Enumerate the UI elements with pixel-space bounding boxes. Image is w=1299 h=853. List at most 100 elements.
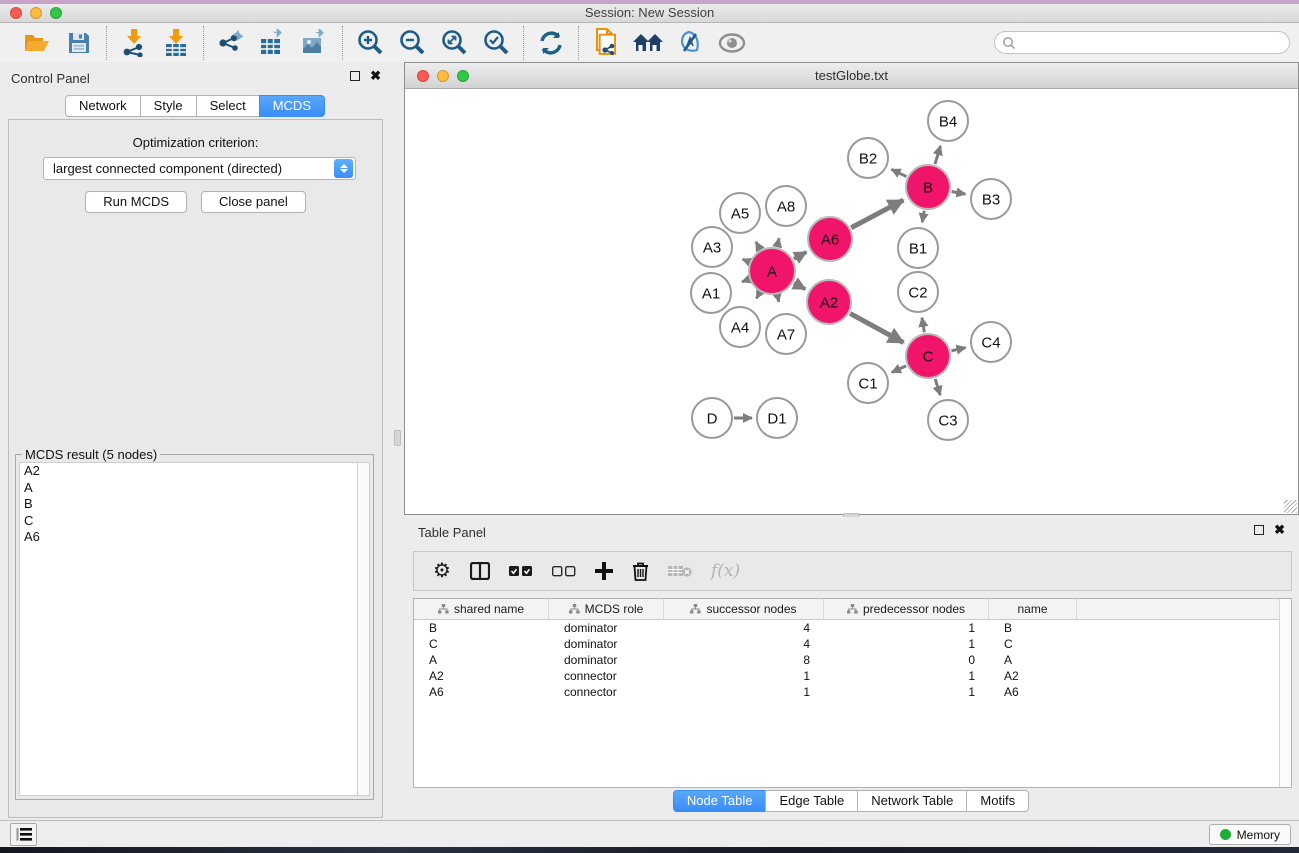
graph-node-D[interactable]: D: [692, 398, 732, 438]
search-box[interactable]: [994, 31, 1290, 54]
result-item[interactable]: B: [20, 496, 357, 513]
function-builder-icon[interactable]: f(x): [711, 561, 740, 581]
memory-button[interactable]: Memory: [1209, 824, 1291, 845]
table-row[interactable]: Cdominator41C: [414, 636, 1291, 652]
tab-select[interactable]: Select: [196, 95, 260, 117]
close-panel-button[interactable]: Close panel: [201, 191, 306, 213]
table-scrollbar[interactable]: [1279, 599, 1291, 787]
float-table-panel-icon[interactable]: [1254, 525, 1264, 535]
tab-motifs[interactable]: Motifs: [966, 790, 1029, 812]
optimization-criterion-select[interactable]: largest connected component (directed): [43, 157, 356, 180]
close-table-panel-icon[interactable]: ✖: [1274, 525, 1285, 535]
zoom-in-icon[interactable]: [354, 27, 386, 59]
table-row[interactable]: Bdominator41B: [414, 620, 1291, 636]
network-maximize-button[interactable]: [457, 70, 469, 82]
import-network-icon[interactable]: [118, 27, 150, 59]
tab-edge-table[interactable]: Edge Table: [765, 790, 858, 812]
zoom-fit-icon[interactable]: [438, 27, 470, 59]
graph-edge-C-C2[interactable]: [922, 318, 924, 333]
graph-edge-A-A6[interactable]: [794, 252, 806, 259]
show-view-icon[interactable]: [716, 27, 748, 59]
result-item[interactable]: A: [20, 480, 357, 497]
graph-node-A6[interactable]: A6: [808, 217, 852, 261]
close-panel-icon[interactable]: ✖: [370, 71, 381, 81]
graph-node-B2[interactable]: B2: [848, 138, 888, 178]
graph-edge-A6-B[interactable]: [851, 200, 903, 228]
graph-node-A1[interactable]: A1: [691, 273, 731, 313]
result-item[interactable]: C: [20, 513, 357, 530]
tab-node-table[interactable]: Node Table: [673, 790, 767, 812]
network-canvas[interactable]: B4B2BB3A8A5A6A3B1AA1C2A2A4A7C4CC1DD1C3: [405, 89, 1298, 514]
graph-edge-A-A7[interactable]: [777, 295, 778, 301]
tab-style[interactable]: Style: [140, 95, 197, 117]
search-input[interactable]: [1016, 36, 1289, 50]
column-header-successor-nodes[interactable]: successor nodes: [664, 599, 824, 619]
minimize-window-button[interactable]: [30, 7, 42, 19]
delete-table-icon[interactable]: [668, 564, 692, 578]
graph-edge-B-B2[interactable]: [891, 169, 906, 176]
graph-node-B3[interactable]: B3: [971, 179, 1011, 219]
column-header-MCDS-role[interactable]: MCDS role: [549, 599, 664, 619]
graph-edge-A-A2[interactable]: [794, 283, 805, 289]
graph-node-A4[interactable]: A4: [720, 307, 760, 347]
graph-node-A3[interactable]: A3: [692, 227, 732, 267]
deselect-all-checkboxes-icon[interactable]: [552, 566, 576, 577]
close-window-button[interactable]: [10, 7, 22, 19]
column-header-name[interactable]: name: [989, 599, 1077, 619]
window-resize-grip[interactable]: [1284, 500, 1297, 513]
tab-network[interactable]: Network: [65, 95, 141, 117]
import-table-icon[interactable]: [160, 27, 192, 59]
delete-columns-icon[interactable]: [632, 562, 649, 581]
add-column-icon[interactable]: [595, 562, 613, 580]
graph-edge-C-C4[interactable]: [951, 348, 965, 351]
home-layout-icon[interactable]: [632, 27, 664, 59]
graph-node-A7[interactable]: A7: [766, 314, 806, 354]
hide-graphics-details-icon[interactable]: [674, 27, 706, 59]
export-image-icon[interactable]: [299, 27, 331, 59]
graph-node-C1[interactable]: C1: [848, 363, 888, 403]
zoom-selected-icon[interactable]: [480, 27, 512, 59]
tab-mcds[interactable]: MCDS: [259, 95, 325, 117]
graph-node-A5[interactable]: A5: [720, 193, 760, 233]
graph-edge-A-A5[interactable]: [756, 242, 760, 249]
task-history-button[interactable]: [10, 823, 37, 846]
select-all-checkboxes-icon[interactable]: [509, 566, 533, 577]
table-row[interactable]: Adominator80A: [414, 652, 1291, 668]
zoom-out-icon[interactable]: [396, 27, 428, 59]
run-mcds-button[interactable]: Run MCDS: [85, 191, 187, 213]
export-table-icon[interactable]: [257, 27, 289, 59]
column-layout-icon[interactable]: [470, 562, 490, 580]
export-network-icon[interactable]: [215, 27, 247, 59]
clone-network-icon[interactable]: [590, 27, 622, 59]
graph-edge-B-B4[interactable]: [935, 146, 940, 164]
graph-node-A2[interactable]: A2: [807, 280, 851, 324]
result-item[interactable]: A2: [20, 463, 357, 480]
graph-edge-C-C3[interactable]: [935, 379, 940, 395]
graph-node-C2[interactable]: C2: [898, 272, 938, 312]
table-row[interactable]: A2connector11A2: [414, 668, 1291, 684]
graph-edge-A-A4[interactable]: [756, 293, 759, 299]
graph-edge-A-A1[interactable]: [742, 279, 748, 281]
graph-edge-B-B3[interactable]: [952, 191, 966, 194]
network-close-button[interactable]: [417, 70, 429, 82]
open-file-icon[interactable]: [21, 27, 53, 59]
column-header-predecessor-nodes[interactable]: predecessor nodes: [824, 599, 989, 619]
result-item[interactable]: A6: [20, 529, 357, 546]
refresh-icon[interactable]: [535, 27, 567, 59]
graph-node-A[interactable]: A: [749, 248, 795, 294]
vertical-splitter-grip[interactable]: [394, 430, 401, 446]
graph-edge-C-C1[interactable]: [892, 366, 906, 372]
result-scrollbar[interactable]: [357, 462, 370, 796]
network-graph[interactable]: B4B2BB3A8A5A6A3B1AA1C2A2A4A7C4CC1DD1C3: [405, 89, 1298, 514]
network-window-titlebar[interactable]: testGlobe.txt: [405, 63, 1298, 89]
graph-node-A8[interactable]: A8: [766, 186, 806, 226]
graph-edge-B-B1[interactable]: [922, 211, 924, 223]
float-panel-icon[interactable]: [350, 71, 360, 81]
graph-edge-A-A8[interactable]: [777, 238, 779, 246]
network-minimize-button[interactable]: [437, 70, 449, 82]
graph-node-C[interactable]: C: [906, 334, 950, 378]
graph-node-C3[interactable]: C3: [928, 400, 968, 440]
graph-node-B1[interactable]: B1: [898, 228, 938, 268]
maximize-window-button[interactable]: [50, 7, 62, 19]
table-row[interactable]: A6connector11A6: [414, 684, 1291, 700]
